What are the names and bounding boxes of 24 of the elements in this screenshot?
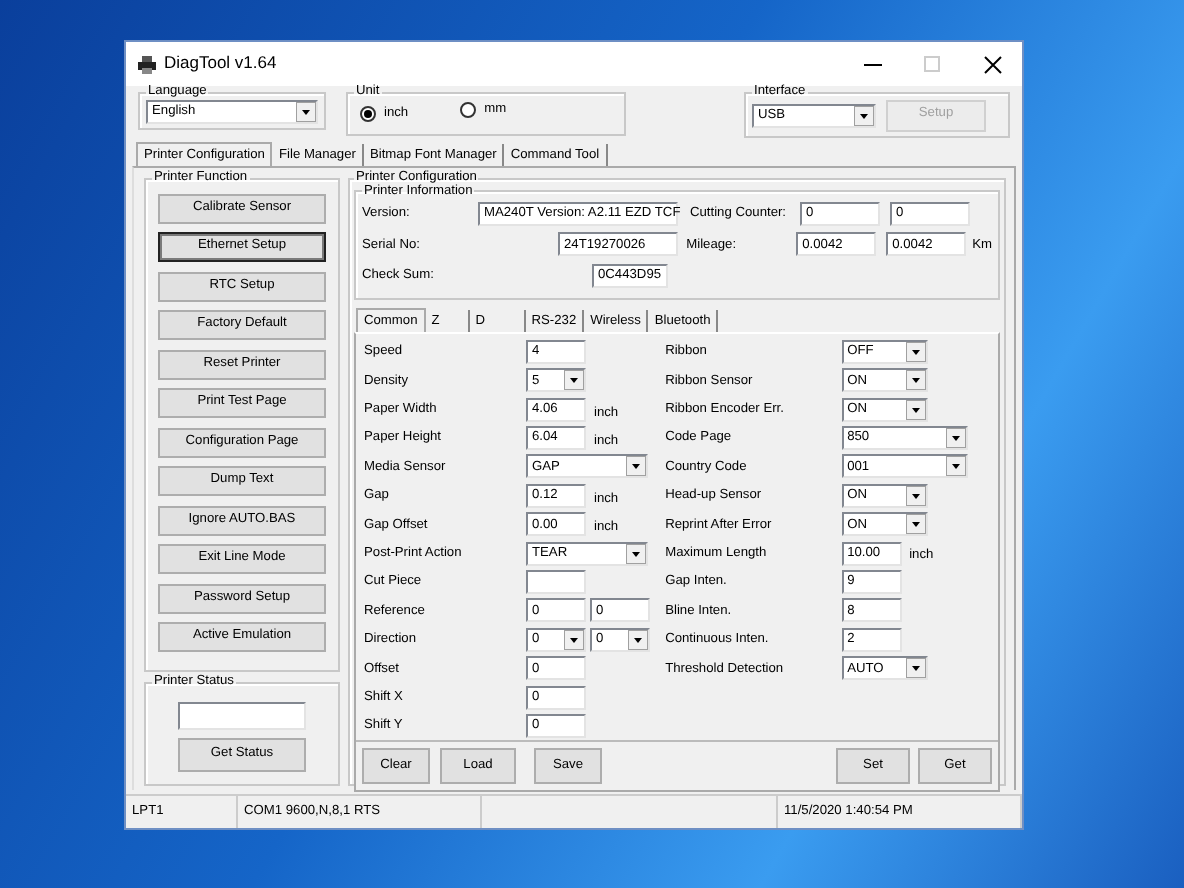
dropdown-arrow-icon[interactable] [945,456,966,477]
dropdown-arrow-icon[interactable] [626,543,646,564]
dropdown-arrow-icon[interactable] [626,456,646,477]
window-title: DiagTool v1.64 [164,54,277,74]
dropdown-arrow-icon[interactable] [945,428,966,449]
dropdown-arrow-icon[interactable] [564,629,584,650]
printer-icon [138,55,156,73]
maximize-icon [924,56,940,72]
status-field [178,701,306,730]
dropdown-arrow-icon[interactable] [905,658,926,679]
dropdown-arrow-icon[interactable] [905,485,926,506]
dropdown-arrow-icon[interactable] [905,341,926,362]
radio-indicator[interactable] [460,101,477,118]
dropdown-arrow-icon[interactable] [628,629,648,650]
minimize-icon [863,63,881,65]
dropdown-arrow-icon[interactable] [854,105,874,126]
dropdown-arrow-icon[interactable] [905,514,926,535]
dropdown-arrow-icon[interactable] [905,399,926,420]
radio-indicator[interactable] [360,105,376,122]
close-icon [983,55,1001,73]
input-field[interactable] [526,570,586,594]
dropdown-arrow-icon[interactable] [296,101,316,122]
dropdown-arrow-icon[interactable] [564,370,584,391]
dropdown-arrow-icon[interactable] [905,370,926,391]
